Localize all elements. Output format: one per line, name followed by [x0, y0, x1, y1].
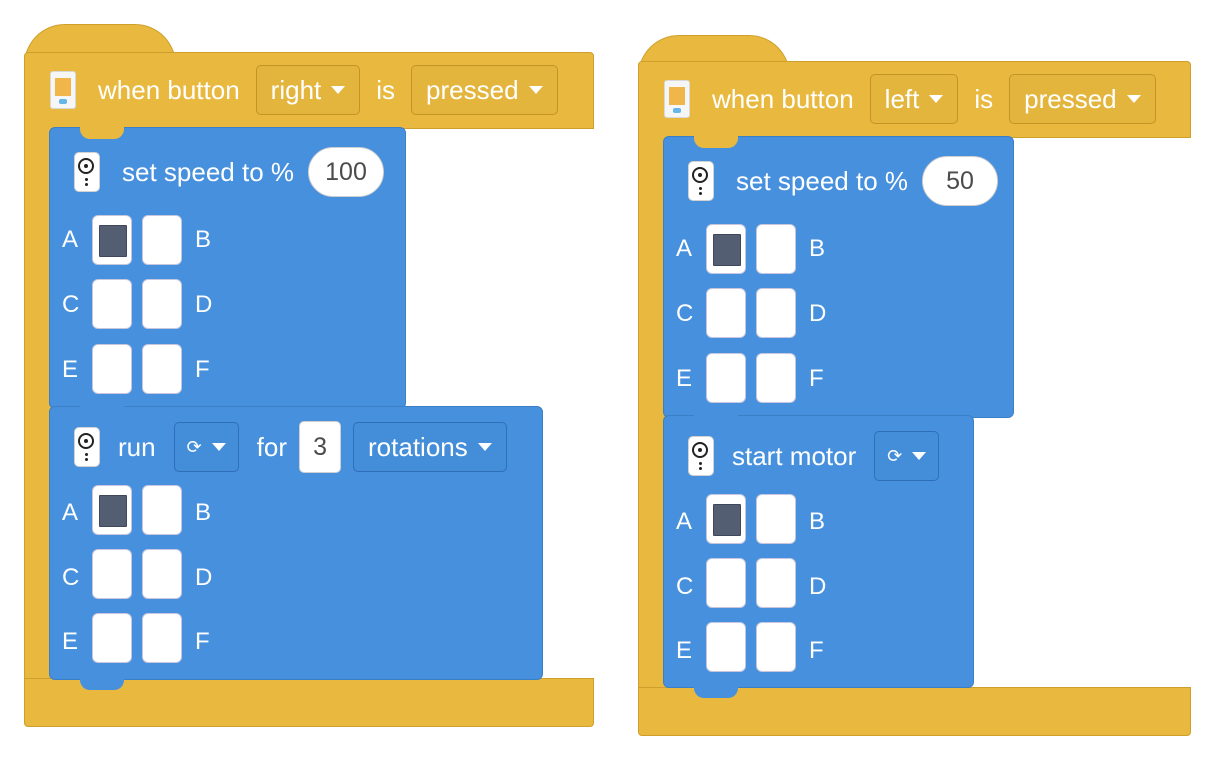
port-label-a: A: [676, 508, 693, 535]
chevron-down-icon: [528, 86, 543, 94]
motor-icon: [688, 161, 714, 201]
port-label-b: B: [809, 235, 826, 262]
port-label-e: E: [676, 365, 693, 392]
direction-dropdown[interactable]: ⟳: [173, 422, 239, 472]
port-label-f: F: [195, 628, 210, 655]
port-label-d: D: [195, 291, 213, 318]
port-c-toggle[interactable]: [706, 288, 746, 338]
clockwise-icon: ⟳: [887, 445, 903, 466]
port-label-c: C: [676, 300, 694, 327]
port-b-toggle[interactable]: [142, 485, 182, 535]
block-notch: [80, 406, 124, 416]
port-c-toggle[interactable]: [706, 558, 746, 608]
port-a-toggle[interactable]: [92, 215, 132, 265]
block-tab: [80, 679, 124, 690]
button-dropdown[interactable]: left: [869, 74, 959, 124]
port-f-toggle[interactable]: [142, 344, 182, 394]
hub-icon: [664, 80, 690, 118]
port-label-f: F: [195, 356, 210, 383]
block-notch: [694, 136, 738, 148]
port-c-toggle[interactable]: [92, 279, 132, 329]
run-for-rotations-block[interactable]: run ⟳ for 3 rotations A B C D E F: [49, 406, 543, 690]
unit-dropdown-value: rotations: [368, 431, 468, 462]
c-block-arm: [638, 135, 665, 691]
port-label-a: A: [62, 499, 79, 526]
set-speed-label: set speed to %: [122, 156, 294, 187]
port-a-toggle[interactable]: [706, 224, 746, 274]
button-dropdown-value: left: [884, 83, 920, 114]
port-label-e: E: [676, 637, 693, 664]
port-label-b: B: [195, 499, 212, 526]
unit-dropdown[interactable]: rotations: [353, 422, 507, 472]
when-button-label: when button: [712, 83, 854, 114]
port-d-toggle[interactable]: [756, 558, 796, 608]
port-e-toggle[interactable]: [92, 344, 132, 394]
port-label-a: A: [62, 226, 79, 253]
run-label: run: [118, 431, 156, 462]
clockwise-icon: ⟳: [186, 436, 202, 457]
hub-icon: [50, 71, 76, 109]
port-b-toggle[interactable]: [756, 224, 796, 274]
state-dropdown-value: pressed: [426, 74, 519, 105]
port-a-toggle[interactable]: [92, 485, 132, 535]
rotation-count-input[interactable]: 3: [299, 421, 342, 473]
block-tab: [694, 687, 738, 698]
block-notch: [694, 415, 738, 425]
port-label-f: F: [809, 637, 824, 664]
chevron-down-icon: [929, 95, 944, 103]
start-motor-block[interactable]: start motor ⟳ A B C D E F: [663, 415, 974, 698]
set-speed-label: set speed to %: [736, 165, 908, 196]
chevron-down-icon: [477, 443, 492, 451]
port-label-a: A: [676, 235, 693, 262]
port-label-d: D: [809, 300, 827, 327]
port-label-c: C: [676, 573, 694, 600]
port-d-toggle[interactable]: [756, 288, 796, 338]
set-speed-block[interactable]: set speed to % 50 A B C D E F: [663, 136, 1014, 418]
port-d-toggle[interactable]: [142, 279, 182, 329]
port-label-c: C: [62, 291, 80, 318]
port-label-e: E: [62, 356, 79, 383]
for-label: for: [256, 431, 288, 462]
motor-icon: [688, 436, 714, 476]
is-label: is: [376, 74, 396, 105]
start-motor-label: start motor: [732, 440, 857, 471]
is-label: is: [974, 83, 994, 114]
state-dropdown-value: pressed: [1024, 83, 1117, 114]
set-speed-block[interactable]: set speed to % 100 A B C D E F: [49, 127, 406, 409]
port-b-toggle[interactable]: [142, 215, 182, 265]
port-c-toggle[interactable]: [92, 549, 132, 599]
state-dropdown[interactable]: pressed: [1009, 74, 1156, 124]
port-label-d: D: [195, 564, 213, 591]
state-dropdown[interactable]: pressed: [411, 65, 558, 115]
port-f-toggle[interactable]: [756, 353, 796, 403]
port-f-toggle[interactable]: [756, 622, 796, 672]
button-dropdown-value: right: [270, 74, 322, 105]
button-dropdown[interactable]: right: [255, 65, 361, 115]
port-e-toggle[interactable]: [706, 622, 746, 672]
port-label-c: C: [62, 564, 80, 591]
port-label-f: F: [809, 365, 824, 392]
speed-input[interactable]: 100: [308, 147, 384, 197]
c-block-arm: [24, 126, 51, 682]
port-label-b: B: [195, 226, 212, 253]
motor-icon: [74, 427, 100, 467]
direction-dropdown[interactable]: ⟳: [874, 431, 940, 481]
port-f-toggle[interactable]: [142, 613, 182, 663]
when-button-label: when button: [98, 74, 240, 105]
block-notch: [80, 127, 124, 139]
port-d-toggle[interactable]: [142, 549, 182, 599]
port-label-d: D: [809, 573, 827, 600]
speed-input[interactable]: 50: [922, 156, 998, 206]
chevron-down-icon: [211, 443, 226, 451]
chevron-down-icon: [912, 452, 927, 460]
port-e-toggle[interactable]: [92, 613, 132, 663]
port-e-toggle[interactable]: [706, 353, 746, 403]
chevron-down-icon: [331, 86, 346, 94]
port-label-e: E: [62, 628, 79, 655]
port-a-toggle[interactable]: [706, 494, 746, 544]
chevron-down-icon: [1126, 95, 1141, 103]
port-label-b: B: [809, 508, 826, 535]
port-b-toggle[interactable]: [756, 494, 796, 544]
motor-icon: [74, 152, 100, 192]
